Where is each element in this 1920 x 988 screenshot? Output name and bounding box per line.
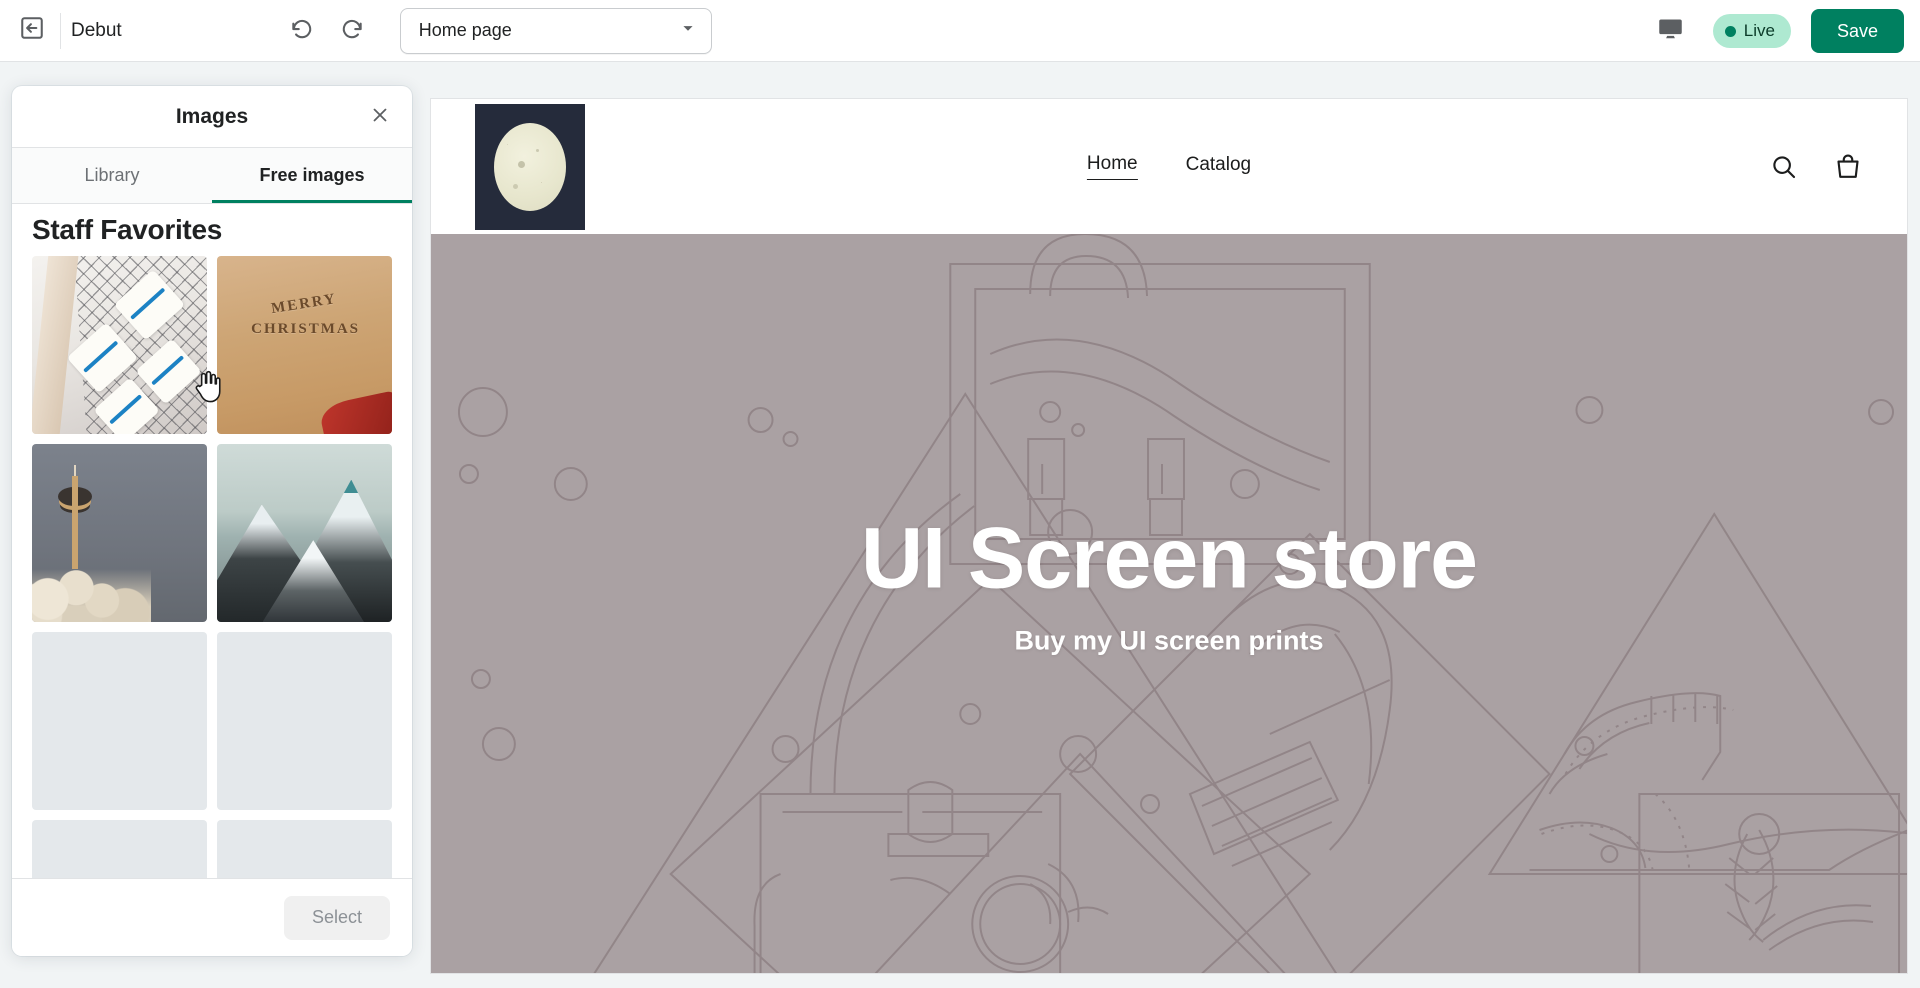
store-header[interactable]: Home Catalog — [431, 99, 1907, 234]
section-title: Staff Favorites — [32, 214, 222, 245]
image-picker-body[interactable]: Staff Favorites MERRY CHRISTMAS — [12, 204, 412, 878]
close-button[interactable] — [362, 99, 398, 135]
desktop-monitor-icon — [1657, 15, 1684, 47]
redo-icon — [339, 15, 365, 46]
thumbnail-grid: MERRY CHRISTMAS — [26, 256, 398, 878]
select-button[interactable]: Select — [283, 895, 390, 940]
thumbnail-hanukkah-cookies[interactable] — [32, 256, 207, 434]
search-icon[interactable] — [1769, 152, 1799, 182]
shopping-bag-icon[interactable] — [1833, 152, 1863, 182]
store-navigation: Home Catalog — [1086, 153, 1252, 180]
exit-editor-button[interactable] — [10, 9, 54, 53]
thumbnail-snowy-mountains[interactable] — [217, 444, 392, 622]
exit-arrow-icon — [19, 15, 45, 46]
frosted-trees-graphic — [32, 554, 151, 622]
rolling-pin-graphic — [32, 256, 80, 434]
moon-logo-graphic — [494, 122, 566, 211]
caption-line-2: CHRISTMAS — [250, 320, 360, 337]
undo-button[interactable] — [282, 11, 322, 51]
chevron-down-icon — [677, 17, 699, 44]
thumbnail-scroll-area[interactable]: MERRY CHRISTMAS — [26, 256, 398, 878]
editor-top-bar: Debut Home page Live Save — [0, 0, 1920, 62]
editor-workspace: Home Catalog UI Screen store Buy my UI s… — [0, 62, 1920, 988]
page-selector[interactable]: Home page — [399, 7, 712, 54]
device-preview-button[interactable] — [1649, 9, 1693, 53]
image-picker-tabs: Library Free images — [12, 148, 412, 204]
nav-link-catalog[interactable]: Catalog — [1186, 154, 1252, 180]
thumbnail-merry-christmas[interactable]: MERRY CHRISTMAS — [217, 256, 392, 434]
status-badge-label: Live — [1743, 21, 1775, 40]
store-preview-canvas[interactable]: Home Catalog UI Screen store Buy my UI s… — [430, 98, 1908, 974]
live-status-dot — [1724, 25, 1736, 37]
thumbnail-observation-tower[interactable] — [32, 444, 207, 622]
hero-banner-section[interactable]: UI Screen store Buy my UI screen prints — [431, 234, 1907, 973]
store-header-actions — [1769, 152, 1863, 182]
red-ribbon-graphic — [318, 390, 392, 434]
image-picker-title: Images — [175, 104, 249, 128]
close-icon — [369, 104, 391, 131]
hero-subtitle: Buy my UI screen prints — [1014, 625, 1324, 656]
kraft-paper-caption: MERRY CHRISTMAS — [226, 291, 382, 344]
theme-name-label: Debut — [71, 19, 122, 41]
redo-button[interactable] — [332, 11, 372, 51]
thumbnail-placeholder[interactable] — [32, 820, 207, 878]
thumbnail-placeholder[interactable] — [32, 632, 207, 810]
image-picker-header: Images — [12, 86, 412, 148]
history-controls — [282, 11, 372, 51]
page-selector-value: Home page — [418, 20, 512, 40]
status-badge: Live — [1712, 14, 1791, 48]
image-picker-footer: Select — [12, 878, 412, 956]
hero-title: UI Screen store — [861, 509, 1478, 606]
save-button[interactable]: Save — [1810, 9, 1904, 53]
thumbnail-placeholder[interactable] — [217, 632, 392, 810]
tab-free-images[interactable]: Free images — [212, 148, 412, 203]
undo-icon — [289, 15, 315, 46]
topbar-right-group: Live Save — [1649, 0, 1904, 62]
moon-logo[interactable] — [475, 103, 585, 230]
tab-library[interactable]: Library — [12, 148, 212, 203]
hero-content: UI Screen store Buy my UI screen prints — [431, 513, 1907, 696]
image-picker-modal: Images Library Free images Staff Favorit… — [12, 86, 412, 956]
thumbnail-placeholder[interactable] — [217, 820, 392, 878]
topbar-divider — [60, 12, 61, 49]
nav-link-home[interactable]: Home — [1086, 153, 1138, 180]
